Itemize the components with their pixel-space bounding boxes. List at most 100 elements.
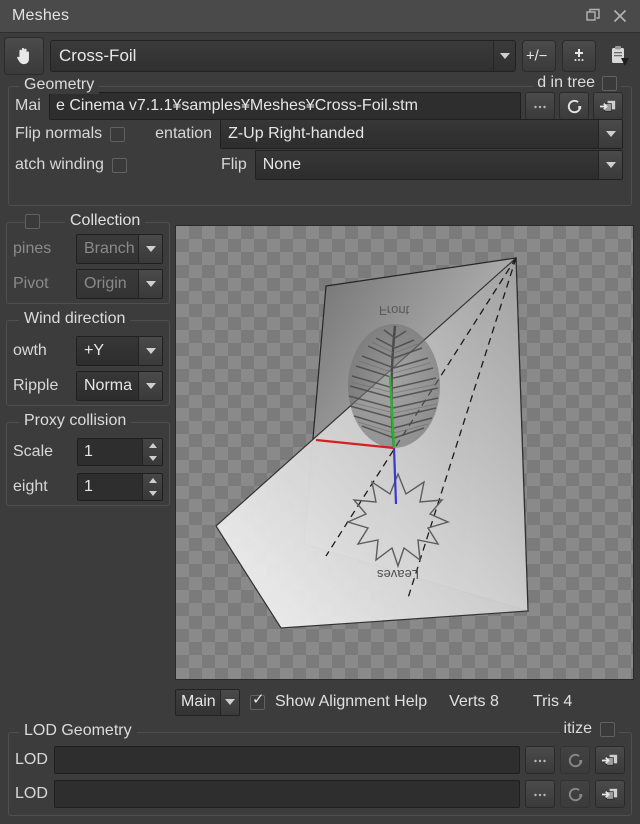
flip-dropdown[interactable]: None [254,150,623,180]
asset-name-value: Cross-Foil [51,40,493,71]
material-dropdown-arrow[interactable] [220,689,239,715]
flip-value: None [255,151,598,179]
growth-dropdown-arrow[interactable] [138,336,162,365]
pivot-dropdown[interactable]: Origin [76,268,163,299]
open-external-icon [601,788,617,800]
growth-value: +Y [77,336,138,365]
window-titlebar: Meshes [0,0,640,33]
add-button[interactable] [562,39,596,72]
proxy-scale-decrement[interactable] [143,452,162,465]
proxy-scale-label: Scale [13,442,54,460]
orientation-value: Z-Up Right-handed [221,120,598,148]
main-reload-button[interactable] [559,92,589,120]
lod-row-1: LOD [9,779,631,809]
open-external-icon [601,754,617,766]
collection-enable-checkbox[interactable] [25,214,40,229]
open-external-icon [599,100,615,112]
show-alignment-help-checkbox[interactable] [250,692,265,710]
lod-export-button-1[interactable] [595,780,625,808]
lod-path-field-1[interactable] [54,780,520,808]
lod-label-1: LOD [15,785,48,802]
match-winding-label: atch winding [15,156,104,173]
spines-dropdown[interactable]: Branch [76,233,163,264]
lod-browse-button-1[interactable] [525,780,555,808]
hand-icon [17,47,29,64]
pivot-value: Origin [77,269,138,298]
clipboard-icon [612,45,629,66]
svg-text:+/−: +/− [526,48,547,64]
orientation-dropdown[interactable]: Z-Up Right-handed [220,119,623,149]
match-winding-checkbox[interactable] [111,157,127,173]
ellipsis-icon [534,793,546,797]
main-export-button[interactable] [593,92,623,120]
mesh-preview-render: Front Leaves [215,256,529,629]
ellipsis-icon [534,105,546,109]
tris-count: Tris 4 [532,693,573,710]
add-remove-button[interactable]: +/− [522,39,556,72]
lod-reload-button-1[interactable] [560,780,590,808]
viewport-leaves-label: Leaves [377,567,419,582]
asset-name-combobox[interactable]: Cross-Foil [50,39,516,72]
lod-geometry-group: LOD Geometry itize LOD LOD [8,720,632,816]
used-in-tree-label: d in tree [537,74,595,91]
orientation-dropdown-arrow[interactable] [598,120,622,148]
viewport-status-row: Main Show Alignment Help Verts 8 Tris 4 [175,688,637,716]
lod-label-0: LOD [15,751,48,768]
used-in-tree-checkbox[interactable] [602,75,617,91]
main-mesh-path-field[interactable]: e Cinema v7.1.1¥samples¥Meshes¥Cross-Foi… [49,92,521,120]
reload-icon [567,99,581,113]
lod-browse-button-0[interactable] [525,746,555,774]
growth-dropdown[interactable]: +Y [76,335,163,366]
lod-reload-button-0[interactable] [560,746,590,774]
chevron-down-icon [145,245,156,252]
caret-up-icon [148,477,157,483]
used-in-tree-option: d in tree [533,74,621,92]
proxy-collision-group: Proxy collision Scale 1 eight 1 [6,412,170,506]
chevron-down-icon [145,347,156,354]
proxy-height-decrement[interactable] [143,487,162,500]
chevron-down-icon [605,162,616,168]
lod-path-field-0[interactable] [54,746,520,774]
ripple-dropdown-arrow[interactable] [138,371,162,400]
orientation-label: entation [155,125,213,142]
flip-normals-checkbox[interactable] [110,126,126,142]
prioritize-checkbox[interactable] [600,721,615,737]
lod-export-button-0[interactable] [595,746,625,774]
chevron-down-icon [225,699,235,705]
ripple-dropdown[interactable]: Norma [76,370,163,401]
pivot-label: Pivot [13,274,49,292]
spines-dropdown-arrow[interactable] [138,234,162,263]
proxy-height-increment[interactable] [143,474,162,487]
flip-dropdown-arrow[interactable] [598,151,622,179]
reload-icon [568,787,582,801]
main-browse-button[interactable] [525,92,555,120]
flip-normals-label: Flip normals [15,125,103,142]
chevron-down-icon [499,52,510,59]
proxy-height-stepper[interactable]: 1 [77,472,163,501]
flip-label: Flip [220,156,247,173]
restore-icon[interactable] [586,8,602,24]
viewport-front-label: Front [379,303,410,318]
caret-down-icon [148,490,157,496]
ellipsis-icon [534,759,546,763]
page-title: Meshes [12,7,70,24]
main-mesh-label: Mai [15,97,41,114]
proxy-scale-stepper[interactable]: 1 [77,437,163,466]
pivot-dropdown-arrow[interactable] [138,269,162,298]
prioritize-option: itize [559,720,619,738]
ripple-label: Ripple [13,376,59,394]
reload-icon [568,753,582,767]
pan-tool-button[interactable] [4,36,44,75]
caret-up-icon [148,442,157,448]
proxy-scale-increment[interactable] [143,439,162,452]
close-icon[interactable] [612,8,628,24]
caret-down-icon [148,455,157,461]
material-dropdown[interactable]: Main [175,688,240,716]
collection-group-title: Collection [65,212,146,230]
wind-direction-group-title: Wind direction [19,310,131,328]
clipboard-button[interactable] [602,40,636,72]
ripple-value: Norma [77,371,138,400]
mesh-preview-viewport[interactable]: Front Leaves [175,225,634,680]
geometry-group: Geometry d in tree Mai e Cinema v7.1.1¥s… [8,74,632,206]
asset-name-dropdown-arrow[interactable] [493,40,515,71]
